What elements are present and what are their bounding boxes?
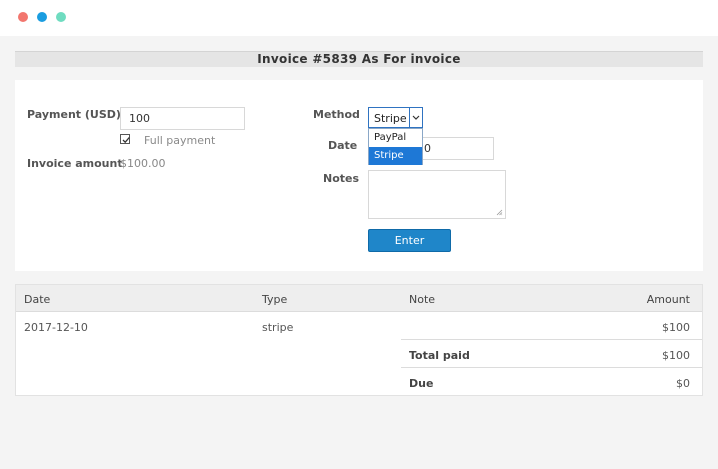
- row-type: stripe: [262, 321, 294, 334]
- full-payment-label: Full payment: [144, 134, 216, 147]
- total-paid-value: $100: [662, 349, 690, 362]
- check-icon: [122, 137, 130, 144]
- column-type: Type: [262, 293, 288, 306]
- method-label: Method: [313, 108, 360, 121]
- date-label: Date: [328, 139, 358, 152]
- method-select[interactable]: Stripe: [368, 107, 423, 128]
- row-date: 2017-12-10: [24, 321, 88, 334]
- payment-label: Payment (USD): [27, 108, 121, 121]
- window-close-dot[interactable]: [18, 12, 28, 22]
- full-payment-checkbox[interactable]: [120, 134, 130, 144]
- row-amount: $100: [662, 321, 690, 334]
- enter-payment-button[interactable]: Enter Payment: [368, 229, 451, 268]
- method-option-stripe[interactable]: Stripe: [369, 147, 422, 165]
- notes-textarea[interactable]: [368, 170, 506, 219]
- invoice-amount-value: $100.00: [120, 157, 166, 170]
- method-dropdown-list: PayPal Stripe: [368, 128, 423, 165]
- column-date: Date: [24, 293, 51, 306]
- invoice-title: Invoice #5839 As For invoice: [15, 51, 703, 67]
- window-maximize-dot[interactable]: [56, 12, 66, 22]
- column-note: Note: [409, 293, 436, 306]
- chevron-down-icon[interactable]: [409, 108, 422, 127]
- row-divider: [401, 339, 702, 340]
- due-value: $0: [676, 377, 690, 390]
- payment-form: Payment (USD) Full payment Invoice amoun…: [15, 80, 703, 271]
- table-header: Date Type Note Amount: [16, 285, 702, 312]
- notes-label: Notes: [323, 172, 360, 185]
- row-divider: [401, 367, 702, 368]
- column-amount: Amount: [646, 293, 690, 306]
- total-paid-label: Total paid: [409, 349, 470, 362]
- resize-grip-icon[interactable]: [496, 209, 503, 216]
- payment-input[interactable]: [120, 107, 245, 130]
- window-titlebar: [0, 0, 718, 36]
- method-selected-value: Stripe: [374, 112, 407, 125]
- window-minimize-dot[interactable]: [37, 12, 47, 22]
- invoice-amount-label: Invoice amount: [27, 157, 123, 170]
- due-label: Due: [409, 377, 434, 390]
- payments-table: Date Type Note Amount 2017-12-10 stripe …: [15, 284, 703, 396]
- method-option-paypal[interactable]: PayPal: [369, 129, 422, 147]
